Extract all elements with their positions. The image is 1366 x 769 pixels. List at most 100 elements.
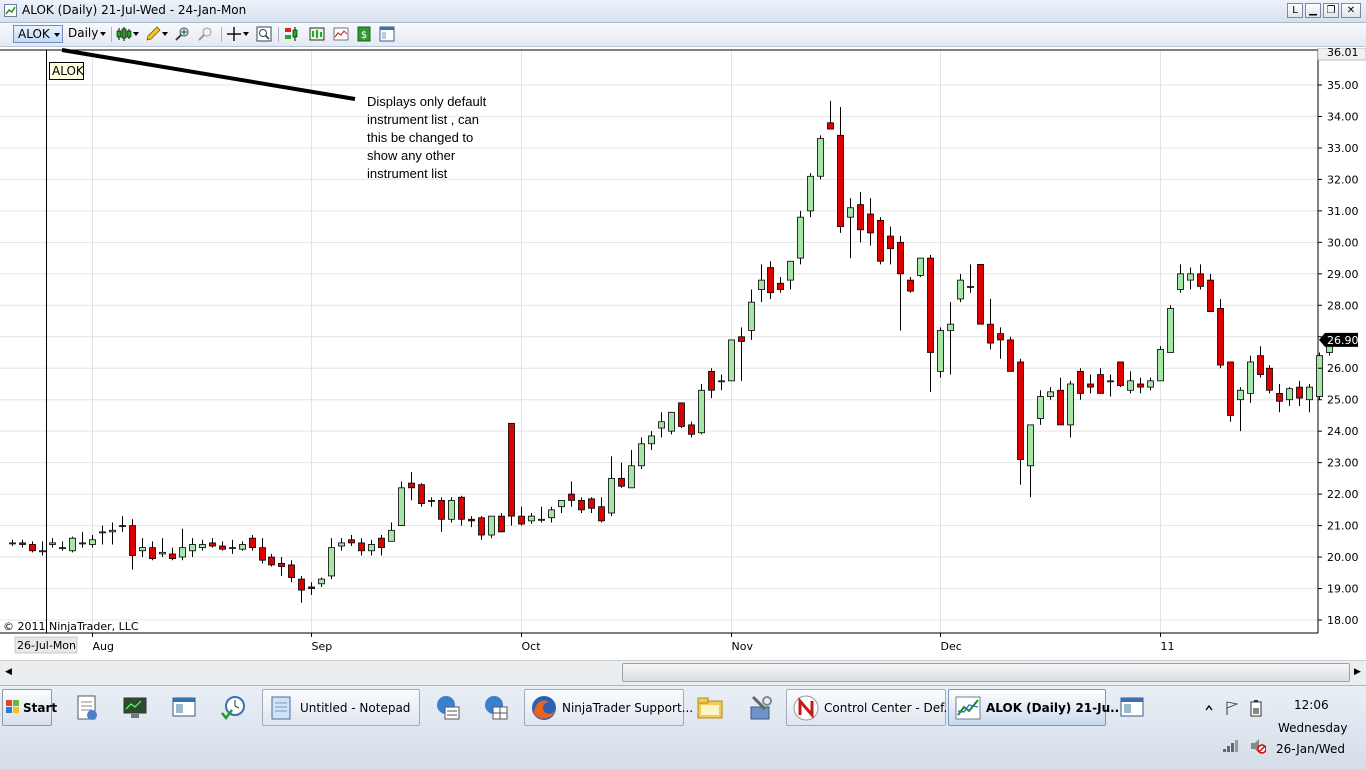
strategy-dollar-icon[interactable]: $ (356, 26, 372, 42)
candle-body (69, 537, 76, 552)
quicklaunch-window[interactable] (164, 689, 204, 726)
candle-body (827, 122, 834, 130)
scroll-right-button[interactable]: ▶ (1348, 663, 1366, 682)
horizontal-scrollbar[interactable]: ◀ ▶ (0, 660, 1366, 685)
candle-body (1117, 361, 1124, 386)
data-box-icon[interactable] (256, 26, 272, 42)
candle-body (498, 515, 505, 533)
quicklaunch-clock[interactable] (214, 689, 254, 726)
candle-body (1266, 367, 1273, 391)
scroll-thumb[interactable] (622, 663, 1350, 682)
clock-date[interactable]: 26-Jan/Wed (1276, 742, 1345, 756)
close-button[interactable]: ✕ (1341, 3, 1361, 18)
candle-body (1217, 308, 1224, 366)
zoom-out-icon[interactable] (198, 26, 214, 42)
taskbar-firefox[interactable]: NinjaTrader Support... (524, 689, 693, 726)
candle-body (748, 301, 755, 331)
candle-body (787, 260, 794, 281)
clock-day[interactable]: Wednesday (1278, 721, 1347, 735)
scroll-left-button[interactable]: ◀ (0, 663, 18, 682)
candle-body (1077, 370, 1084, 394)
crosshair-icon[interactable] (226, 26, 242, 42)
chart-canvas[interactable]: 18.00 19.00 20.00 21.00 22.00 23.00 24.00 25.00… (0, 48, 1366, 660)
clock-time[interactable]: 12:06 (1294, 698, 1329, 712)
start-button[interactable]: Start (2, 689, 57, 726)
chevron-down-icon[interactable] (133, 32, 139, 36)
candle-body (478, 517, 485, 536)
help-button[interactable]: L (1287, 3, 1303, 18)
candlestick-style-icon[interactable] (116, 26, 132, 42)
quicklaunch-app2[interactable] (476, 689, 516, 726)
chevron-down-icon[interactable] (243, 32, 249, 36)
candle-body (638, 443, 645, 467)
taskbar-notepad[interactable]: Untitled - Notepad (262, 689, 420, 726)
candle-body (518, 515, 525, 525)
start-label: Start (23, 701, 58, 715)
candle-body (448, 500, 455, 520)
network-signal-icon[interactable] (1222, 739, 1240, 753)
flag-icon[interactable] (1224, 700, 1240, 716)
candle-body (1296, 386, 1303, 399)
taskbar-item-label: ALOK (Daily) 21-Ju... (986, 701, 1124, 715)
window-icon (172, 697, 196, 717)
candle-body (358, 542, 365, 552)
zoom-in-icon[interactable] (175, 26, 191, 42)
candle-body (777, 282, 784, 290)
candle-body (1057, 389, 1064, 426)
instrument-dropdown[interactable]: ALOK (13, 25, 63, 43)
annotation-line: instrument list , can (367, 112, 479, 127)
candle-body (1017, 361, 1024, 460)
candle-body (398, 487, 405, 526)
candle-body (967, 286, 974, 288)
pencil-draw-icon[interactable] (145, 26, 161, 42)
quicklaunch-app1[interactable] (428, 689, 468, 726)
maximize-button[interactable]: ❐ (1323, 3, 1339, 18)
taskbar-control-center[interactable]: Control Center - Def... (786, 689, 955, 726)
candle-body (807, 175, 814, 212)
price-chart[interactable]: 18.00 19.00 20.00 21.00 22.00 23.00 24.00 25.00… (0, 48, 1366, 660)
candle-body (708, 370, 715, 391)
candle-body (688, 424, 695, 435)
candle-body (1306, 386, 1313, 401)
monitor-icon (123, 697, 147, 718)
annotation-line: show any other (367, 148, 456, 163)
candle-body (99, 531, 106, 534)
y-tick-label: 33.00 (1327, 142, 1359, 155)
candle-body (428, 500, 435, 502)
annotation-line: Displays only default (367, 94, 487, 109)
candle-body (159, 551, 166, 555)
candle-body (758, 279, 765, 290)
candle-body (488, 515, 495, 536)
candle-body (1127, 380, 1134, 391)
properties-icon[interactable] (379, 26, 395, 42)
candle-body (508, 422, 515, 517)
quicklaunch-tools[interactable] (740, 689, 780, 726)
indicator-icon[interactable] (333, 26, 349, 42)
minimize-button[interactable]: ▁ (1305, 3, 1321, 18)
chevron-down-icon[interactable] (162, 32, 168, 36)
candle-body (268, 556, 275, 566)
candle-body (29, 544, 36, 552)
quicklaunch-explorer[interactable] (690, 689, 730, 726)
arrow-left-icon: ◀ (5, 667, 12, 677)
toolbar-separator (278, 27, 279, 42)
order-icon[interactable] (284, 26, 300, 42)
candle-body (219, 545, 226, 550)
battery-icon[interactable] (1250, 699, 1262, 717)
quicklaunch-monitor[interactable] (116, 689, 156, 726)
taskbar-alok-chart[interactable]: ALOK (Daily) 21-Ju... (948, 689, 1124, 726)
bar-chart-icon[interactable] (309, 26, 325, 42)
candle-body (1167, 308, 1174, 353)
volume-muted-icon[interactable] (1250, 738, 1266, 754)
show-hidden-icons[interactable] (1204, 702, 1214, 716)
quicklaunch-window2[interactable] (1112, 689, 1152, 726)
candle-body (1187, 273, 1194, 281)
candle-body (668, 411, 675, 432)
candle-body (1177, 273, 1184, 290)
candle-body (229, 547, 236, 550)
arrow-right-icon: ▶ (1354, 667, 1361, 677)
period-dropdown[interactable]: Daily (66, 25, 108, 43)
candle-body (907, 279, 914, 292)
quicklaunch-document[interactable] (66, 689, 106, 726)
y-tick-label: 25.00 (1327, 394, 1359, 407)
